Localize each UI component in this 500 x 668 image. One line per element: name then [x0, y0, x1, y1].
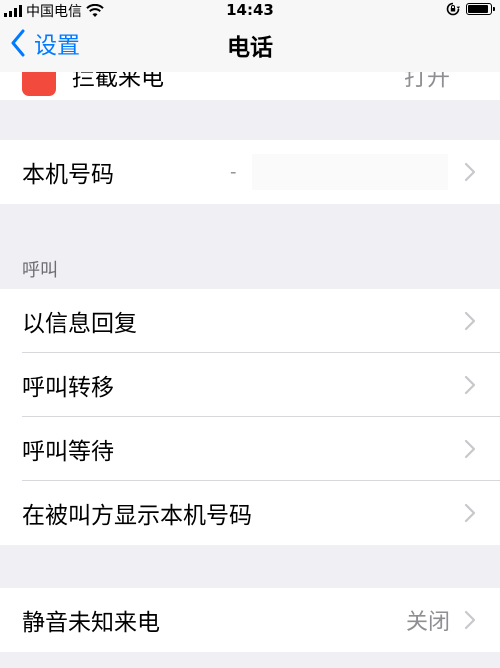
- chevron-right-icon: [464, 162, 476, 182]
- chevron-right-icon: [464, 375, 476, 395]
- my-number-label: 本机号码: [22, 162, 114, 188]
- respond-with-text-row[interactable]: 以信息回复: [0, 289, 500, 353]
- chevron-right-icon: [464, 610, 476, 630]
- battery-fill: [468, 5, 488, 13]
- chevron-right-icon: [464, 439, 476, 459]
- show-caller-id-label: 在被叫方显示本机号码: [22, 503, 252, 529]
- page-title: 电话: [227, 35, 273, 61]
- redacted-number: [252, 154, 448, 190]
- respond-with-text-label: 以信息回复: [22, 311, 137, 337]
- call-blocking-icon: [22, 72, 56, 96]
- call-blocking-label: 拦截来电: [72, 72, 164, 91]
- call-forwarding-label: 呼叫转移: [22, 375, 114, 401]
- navigation-bar: 设置 电话: [0, 20, 500, 72]
- my-number-value: -: [230, 161, 237, 183]
- call-blocking-value: 打开: [404, 72, 450, 91]
- orientation-lock-icon: [446, 2, 460, 16]
- silence-unknown-callers-row[interactable]: 静音未知来电 关闭: [0, 588, 500, 652]
- chevron-right-icon: [464, 503, 476, 523]
- status-bar: 中国电信 14:43: [0, 0, 500, 20]
- call-waiting-label: 呼叫等待: [22, 439, 114, 465]
- call-blocking-row[interactable]: 拦截来电 打开: [0, 72, 500, 100]
- call-waiting-row[interactable]: 呼叫等待: [0, 417, 500, 481]
- call-forwarding-row[interactable]: 呼叫转移: [0, 353, 500, 417]
- calls-section-header: 呼叫: [22, 260, 58, 281]
- status-time: 14:43: [226, 1, 274, 19]
- battery-icon: [466, 3, 495, 15]
- silence-unknown-callers-value: 关闭: [405, 610, 450, 635]
- silence-unknown-callers-label: 静音未知来电: [22, 610, 160, 636]
- show-caller-id-row[interactable]: 在被叫方显示本机号码: [0, 481, 500, 545]
- chevron-right-icon: [464, 311, 476, 331]
- my-number-row[interactable]: 本机号码 -: [0, 140, 500, 204]
- status-right: [446, 2, 495, 16]
